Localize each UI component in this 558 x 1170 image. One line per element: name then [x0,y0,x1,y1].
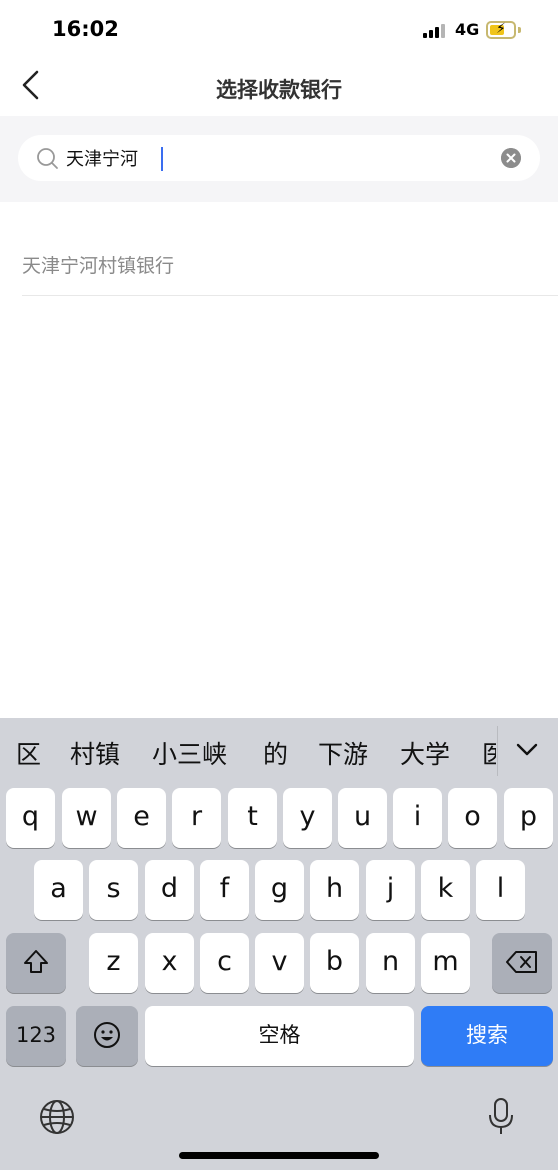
shift-arrow-icon [24,950,48,973]
backspace-icon [506,951,537,973]
key-q[interactable]: q [6,788,55,848]
candidate-divider [497,726,498,776]
network-type: 4G [455,20,480,39]
key-d[interactable]: d [145,860,194,920]
nav-bar: 选择收款银行 [0,60,558,116]
candidate-item[interactable]: 大学 [400,735,450,771]
search-box[interactable] [18,135,540,181]
key-u[interactable]: u [338,788,387,848]
key-v[interactable]: v [255,933,304,993]
key-g[interactable]: g [255,860,304,920]
key-e[interactable]: e [117,788,166,848]
shift-key[interactable] [6,933,66,993]
candidate-item[interactable]: 下游 [318,735,368,771]
emoji-key[interactable] [76,1006,138,1066]
clear-search-icon[interactable] [501,148,521,168]
candidate-item[interactable]: 小三峡 [152,735,227,771]
numbers-key[interactable]: 123 [6,1006,66,1066]
space-key[interactable]: 空格 [145,1006,414,1066]
key-m[interactable]: m [421,933,470,993]
page-title: 选择收款银行 [216,78,342,102]
key-r[interactable]: r [172,788,221,848]
home-indicator [179,1152,379,1159]
search-section [0,116,558,202]
key-s[interactable]: s [89,860,138,920]
key-h[interactable]: h [310,860,359,920]
key-w[interactable]: w [62,788,111,848]
candidate-bar: 区 村镇 小三峡 的 下游 大学 医 [0,718,558,784]
key-f[interactable]: f [200,860,249,920]
key-t[interactable]: t [228,788,277,848]
search-input[interactable] [66,135,486,181]
key-x[interactable]: x [145,933,194,993]
candidate-item[interactable]: 区 [16,735,41,771]
text-cursor [161,147,163,171]
emoji-icon [94,1022,120,1048]
globe-icon[interactable] [38,1098,76,1136]
key-y[interactable]: y [283,788,332,848]
battery-tip [518,27,521,33]
key-k[interactable]: k [421,860,470,920]
keyboard: 区 村镇 小三峡 的 下游 大学 医 q w e r t y u i o p a… [0,718,558,1170]
key-c[interactable]: c [200,933,249,993]
key-b[interactable]: b [310,933,359,993]
chevron-down-icon[interactable] [510,732,544,766]
status-bar: 16:02 4G ⚡ [0,0,558,60]
key-a[interactable]: a [34,860,83,920]
backspace-key[interactable] [492,933,552,993]
key-n[interactable]: n [366,933,415,993]
microphone-icon[interactable] [486,1096,516,1138]
key-i[interactable]: i [393,788,442,848]
search-icon [37,148,58,169]
key-o[interactable]: o [448,788,497,848]
key-z[interactable]: z [89,933,138,993]
cellular-signal-icon [423,24,449,38]
search-key[interactable]: 搜索 [421,1006,553,1066]
bank-name: 天津宁河村镇银行 [22,255,175,277]
bank-result-item[interactable]: 天津宁河村镇银行 [22,220,558,296]
battery-charging-icon: ⚡ [486,21,516,39]
candidate-item[interactable]: 村镇 [70,735,120,771]
key-p[interactable]: p [504,788,553,848]
key-l[interactable]: l [476,860,525,920]
status-time: 16:02 [52,17,119,41]
candidate-item[interactable]: 的 [263,735,288,771]
candidate-item[interactable]: 医 [482,735,496,771]
key-j[interactable]: j [366,860,415,920]
